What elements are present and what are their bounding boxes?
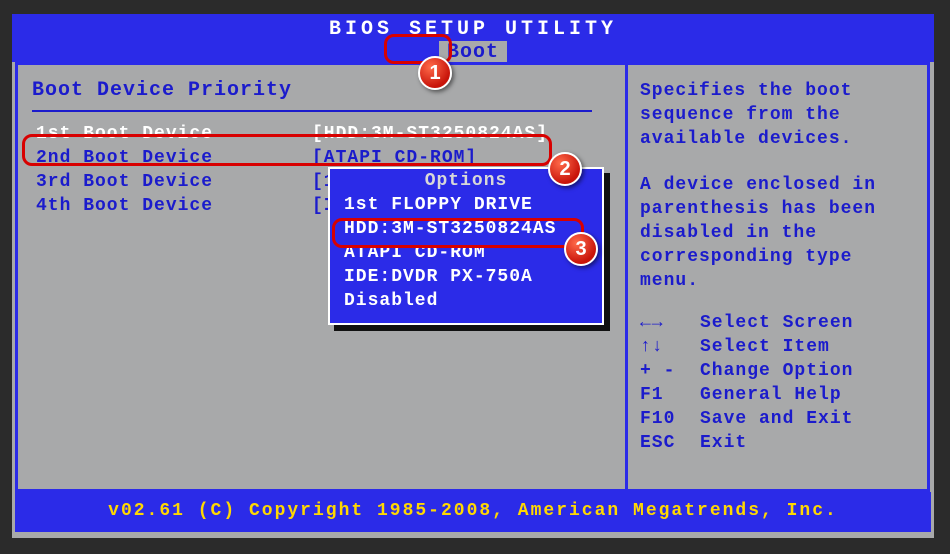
divider bbox=[32, 110, 592, 112]
option-item[interactable]: Disabled bbox=[330, 289, 602, 313]
app-title: BIOS SETUP UTILITY bbox=[12, 14, 934, 41]
boot-row-1[interactable]: 1st Boot Device [HDD:3M-ST3250824AS] bbox=[32, 122, 611, 146]
content-area: Boot Device Priority 1st Boot Device [HD… bbox=[12, 62, 934, 492]
boot-label: 2nd Boot Device bbox=[32, 146, 312, 170]
help-line: parenthesis has been bbox=[640, 197, 915, 221]
main-panel: Boot Device Priority 1st Boot Device [HD… bbox=[15, 62, 625, 492]
help-line: corresponding type bbox=[640, 245, 915, 269]
help-line: Specifies the boot bbox=[640, 79, 915, 103]
header-bar: BIOS SETUP UTILITY Boot bbox=[12, 14, 934, 62]
help-line: disabled in the bbox=[640, 221, 915, 245]
boot-value: [HDD:3M-ST3250824AS] bbox=[312, 122, 548, 146]
help-panel: Specifies the boot sequence from the ava… bbox=[625, 62, 930, 492]
boot-label: 3rd Boot Device bbox=[32, 170, 312, 194]
key-hint: + -Change Option bbox=[640, 359, 915, 383]
spacer bbox=[640, 293, 915, 311]
option-item[interactable]: IDE:DVDR PX-750A bbox=[330, 265, 602, 289]
key-hint: F1General Help bbox=[640, 383, 915, 407]
footer-bar: v02.61 (C) Copyright 1985-2008, American… bbox=[15, 492, 931, 532]
help-line: available devices. bbox=[640, 127, 915, 151]
key-hint: ←→Select Screen bbox=[640, 311, 915, 335]
boot-label: 1st Boot Device bbox=[32, 122, 312, 146]
help-line: A device enclosed in bbox=[640, 173, 915, 197]
bios-screen: BIOS SETUP UTILITY Boot Boot Device Prio… bbox=[12, 14, 934, 538]
option-item[interactable]: ATAPI CD-ROM bbox=[330, 241, 602, 265]
spacer bbox=[640, 151, 915, 173]
option-item[interactable]: 1st FLOPPY DRIVE bbox=[330, 193, 602, 217]
option-item-selected[interactable]: HDD:3M-ST3250824AS bbox=[330, 217, 602, 241]
tab-boot[interactable]: Boot bbox=[439, 41, 507, 64]
help-line: sequence from the bbox=[640, 103, 915, 127]
key-hint: F10Save and Exit bbox=[640, 407, 915, 431]
key-hint: ESCExit bbox=[640, 431, 915, 455]
options-popup: Options 1st FLOPPY DRIVE HDD:3M-ST325082… bbox=[328, 167, 604, 325]
key-hint: ↑↓Select Item bbox=[640, 335, 915, 359]
section-title: Boot Device Priority bbox=[32, 79, 611, 102]
options-title: Options bbox=[330, 171, 602, 191]
boot-label: 4th Boot Device bbox=[32, 194, 312, 218]
help-line: menu. bbox=[640, 269, 915, 293]
